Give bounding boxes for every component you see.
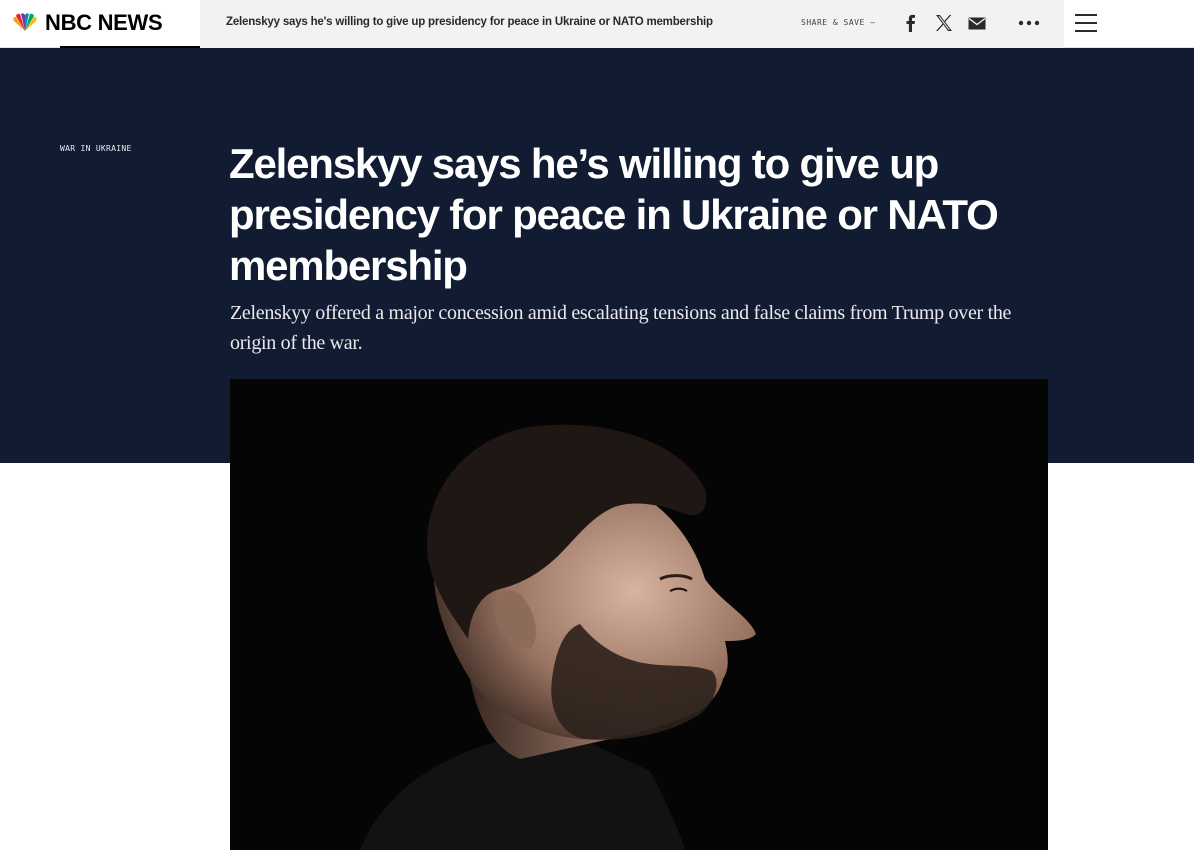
email-icon[interactable] [966, 12, 988, 34]
article-dek: Zelenskyy offered a major concession ami… [230, 302, 1012, 354]
peacock-icon [13, 13, 37, 31]
sticky-headline[interactable]: Zelenskyy says he's willing to give up p… [226, 16, 713, 28]
logo-text: NBC NEWS [45, 10, 163, 35]
share-save-label[interactable]: SHARE & SAVE — [801, 18, 875, 27]
menu-icon[interactable] [1074, 12, 1098, 34]
x-icon[interactable] [933, 12, 955, 34]
sticky-header-bar: Zelenskyy says he's willing to give up p… [200, 0, 1064, 48]
more-icon[interactable] [1017, 12, 1041, 34]
section-label[interactable]: WAR IN UKRAINE [60, 144, 132, 153]
top-nav: NBC NEWS Zelenskyy says he's willing to … [0, 0, 1194, 48]
facebook-icon[interactable] [899, 12, 921, 34]
nbc-news-logo[interactable]: NBC NEWS [10, 0, 200, 46]
lead-image [230, 379, 1048, 850]
portrait-illustration [230, 379, 1048, 850]
article-headline: Zelenskyy says he’s willing to give up p… [229, 140, 999, 289]
